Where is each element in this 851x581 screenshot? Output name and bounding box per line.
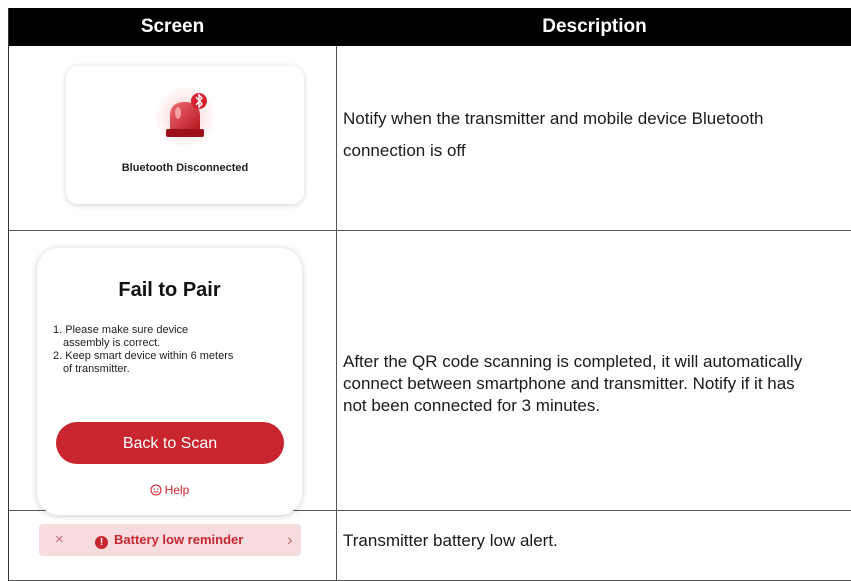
row-divider [9,230,851,231]
instruction-line: 1. Please make sure device [53,324,189,336]
siren-bluetooth-icon [155,87,215,147]
table-header: Screen Description [9,8,851,46]
bluetooth-disconnected-card: Bluetooth Disconnected [66,66,304,204]
description-row-1: Notify when the transmitter and mobile d… [343,106,764,164]
instruction-line: 2. Keep smart device within 6 meters [53,350,234,362]
description-line: connection is off [343,141,466,160]
smile-icon [150,484,162,496]
description-line: Transmitter battery low alert. [343,531,558,550]
alert-icon: ! [95,536,108,549]
description-row-2: After the QR code scanning is completed,… [343,349,802,419]
battery-low-banner[interactable]: × ! Battery low reminder › [39,524,301,556]
instruction-line: of transmitter. [63,363,130,375]
column-header-screen: Screen [140,16,205,37]
help-label: Help [164,483,190,497]
description-row-3: Transmitter battery low alert. [343,528,558,554]
dialog-title: Fail to Pair [118,279,221,301]
alerts-table: Screen Description Bluetooth Disconnecte… [8,8,851,581]
bluetooth-disconnected-label: Bluetooth Disconnected [121,162,249,174]
back-to-scan-button[interactable]: Back to Scan [56,422,284,464]
battery-low-label: ! Battery low reminder [95,532,243,549]
fail-to-pair-dialog: Fail to Pair 1. Please make sure device … [37,248,302,515]
chevron-right-icon[interactable]: › [287,530,293,550]
column-divider [336,46,337,581]
instruction-line: assembly is correct. [63,337,161,349]
column-header-description: Description [542,16,647,37]
close-icon[interactable]: × [55,531,64,548]
battery-low-text: Battery low reminder [114,532,244,547]
description-line: Notify when the transmitter and mobile d… [343,109,764,128]
help-link[interactable]: Help [37,483,302,497]
